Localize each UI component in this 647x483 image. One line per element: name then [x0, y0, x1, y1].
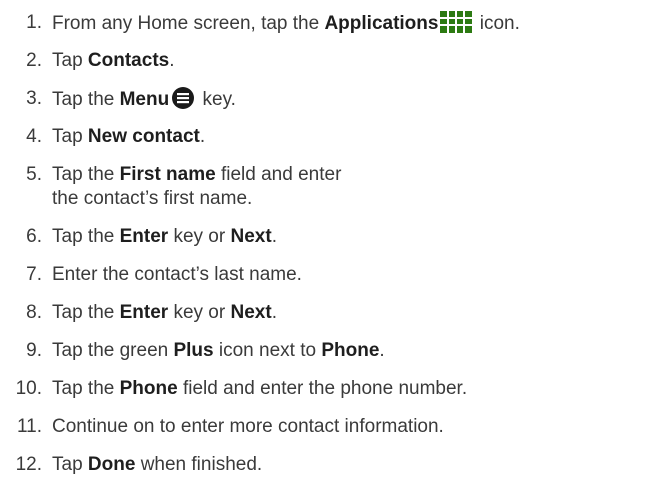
step-keyword: Plus — [173, 340, 214, 361]
menu-key-icon — [171, 87, 195, 116]
step-number: 7. — [26, 264, 42, 285]
step-number: 1. — [26, 12, 42, 33]
step-keyword: Menu — [119, 89, 170, 110]
step-keyword: Enter — [119, 226, 169, 247]
step-number: 11. — [16, 416, 42, 437]
step-text: From any Home screen, tap the Applicatio… — [52, 11, 520, 40]
step-text-part: Tap the — [52, 226, 120, 247]
step-keyword: New contact — [87, 126, 200, 147]
step-text-part: Tap the — [52, 378, 120, 399]
step-text: Tap the green Plus icon next to Phone. — [52, 339, 385, 363]
step-text: Tap the Phone field and enter the phone … — [52, 377, 467, 401]
step-text-part: key. — [197, 89, 236, 110]
step-text: Enter the contact’s last name. — [52, 263, 302, 287]
step-number: 5. — [26, 164, 42, 185]
instruction-list: 1. From any Home screen, tap the Applica… — [0, 0, 647, 483]
step-text-part: Tap the — [52, 164, 120, 185]
step-keyword: Next — [230, 226, 272, 247]
step-text-part: icon next to — [213, 340, 322, 361]
step-text: Tap the Menu key. — [52, 87, 236, 116]
step-text-part: Continue on to enter more contact inform… — [52, 416, 444, 437]
step-text-part: . — [169, 50, 175, 71]
step-keyword: Next — [230, 302, 272, 323]
step-text-part: Tap the — [52, 89, 120, 110]
step-text-part: Tap the — [52, 302, 120, 323]
step-keyword: Phone — [321, 340, 380, 361]
step-text: Tap the Enter key or Next. — [52, 301, 277, 325]
step-text: Tap the Enter key or Next. — [52, 225, 277, 249]
step-text-part: key or — [168, 302, 231, 323]
step-text-part: From any Home screen, tap the — [52, 13, 325, 34]
step-number: 2. — [26, 50, 42, 71]
step-text-line-2: the contact’s first name. — [52, 188, 253, 209]
step-number: 8. — [26, 302, 42, 323]
step-number: 4. — [26, 126, 42, 147]
step-text: Tap the First name field and enter the co… — [52, 163, 341, 211]
step-text-part: . — [271, 302, 277, 323]
step-text-part: . — [199, 126, 206, 147]
step-keyword: Enter — [119, 302, 169, 323]
step-text-part: Tap — [52, 126, 88, 147]
step-text: Tap Contacts. — [52, 49, 175, 73]
step-text-part: key or — [168, 226, 231, 247]
step-keyword: Applications — [324, 13, 439, 34]
step-keyword: First name — [119, 164, 216, 185]
step-number: 12. — [15, 454, 42, 475]
step-number: 10. — [15, 378, 42, 399]
applications-grid-icon — [440, 11, 473, 40]
step-text-part: Enter the contact’s last name. — [52, 264, 302, 285]
step-keyword: Done — [87, 454, 136, 475]
step-number: 3. — [26, 88, 42, 109]
step-number: 9. — [26, 340, 42, 361]
step-text-part: field and enter the phone number. — [177, 378, 468, 399]
step-text-part: . — [271, 226, 277, 247]
step-text: Tap New contact. — [52, 125, 205, 149]
step-keyword: Phone — [119, 378, 178, 399]
step-text-part: when finished. — [135, 454, 263, 475]
step-text-part: field and enter — [215, 164, 342, 185]
step-keyword: Contacts — [87, 50, 170, 71]
step-text: Continue on to enter more contact inform… — [52, 415, 444, 439]
step-text: Tap Done when finished. — [52, 453, 262, 477]
step-text-part: . — [379, 340, 385, 361]
step-text-part: Tap — [52, 50, 88, 71]
step-text-part: Tap the green — [52, 340, 174, 361]
step-text-part: icon. — [474, 13, 520, 34]
step-text-part: Tap — [52, 454, 88, 475]
step-number: 6. — [26, 226, 42, 247]
